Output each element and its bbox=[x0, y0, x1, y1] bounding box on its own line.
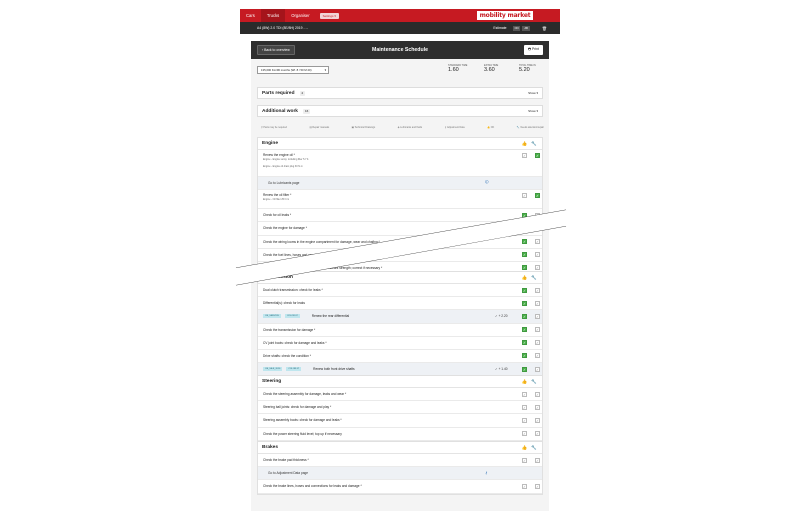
page-break-lines bbox=[235, 209, 567, 286]
break-gap bbox=[236, 210, 566, 285]
